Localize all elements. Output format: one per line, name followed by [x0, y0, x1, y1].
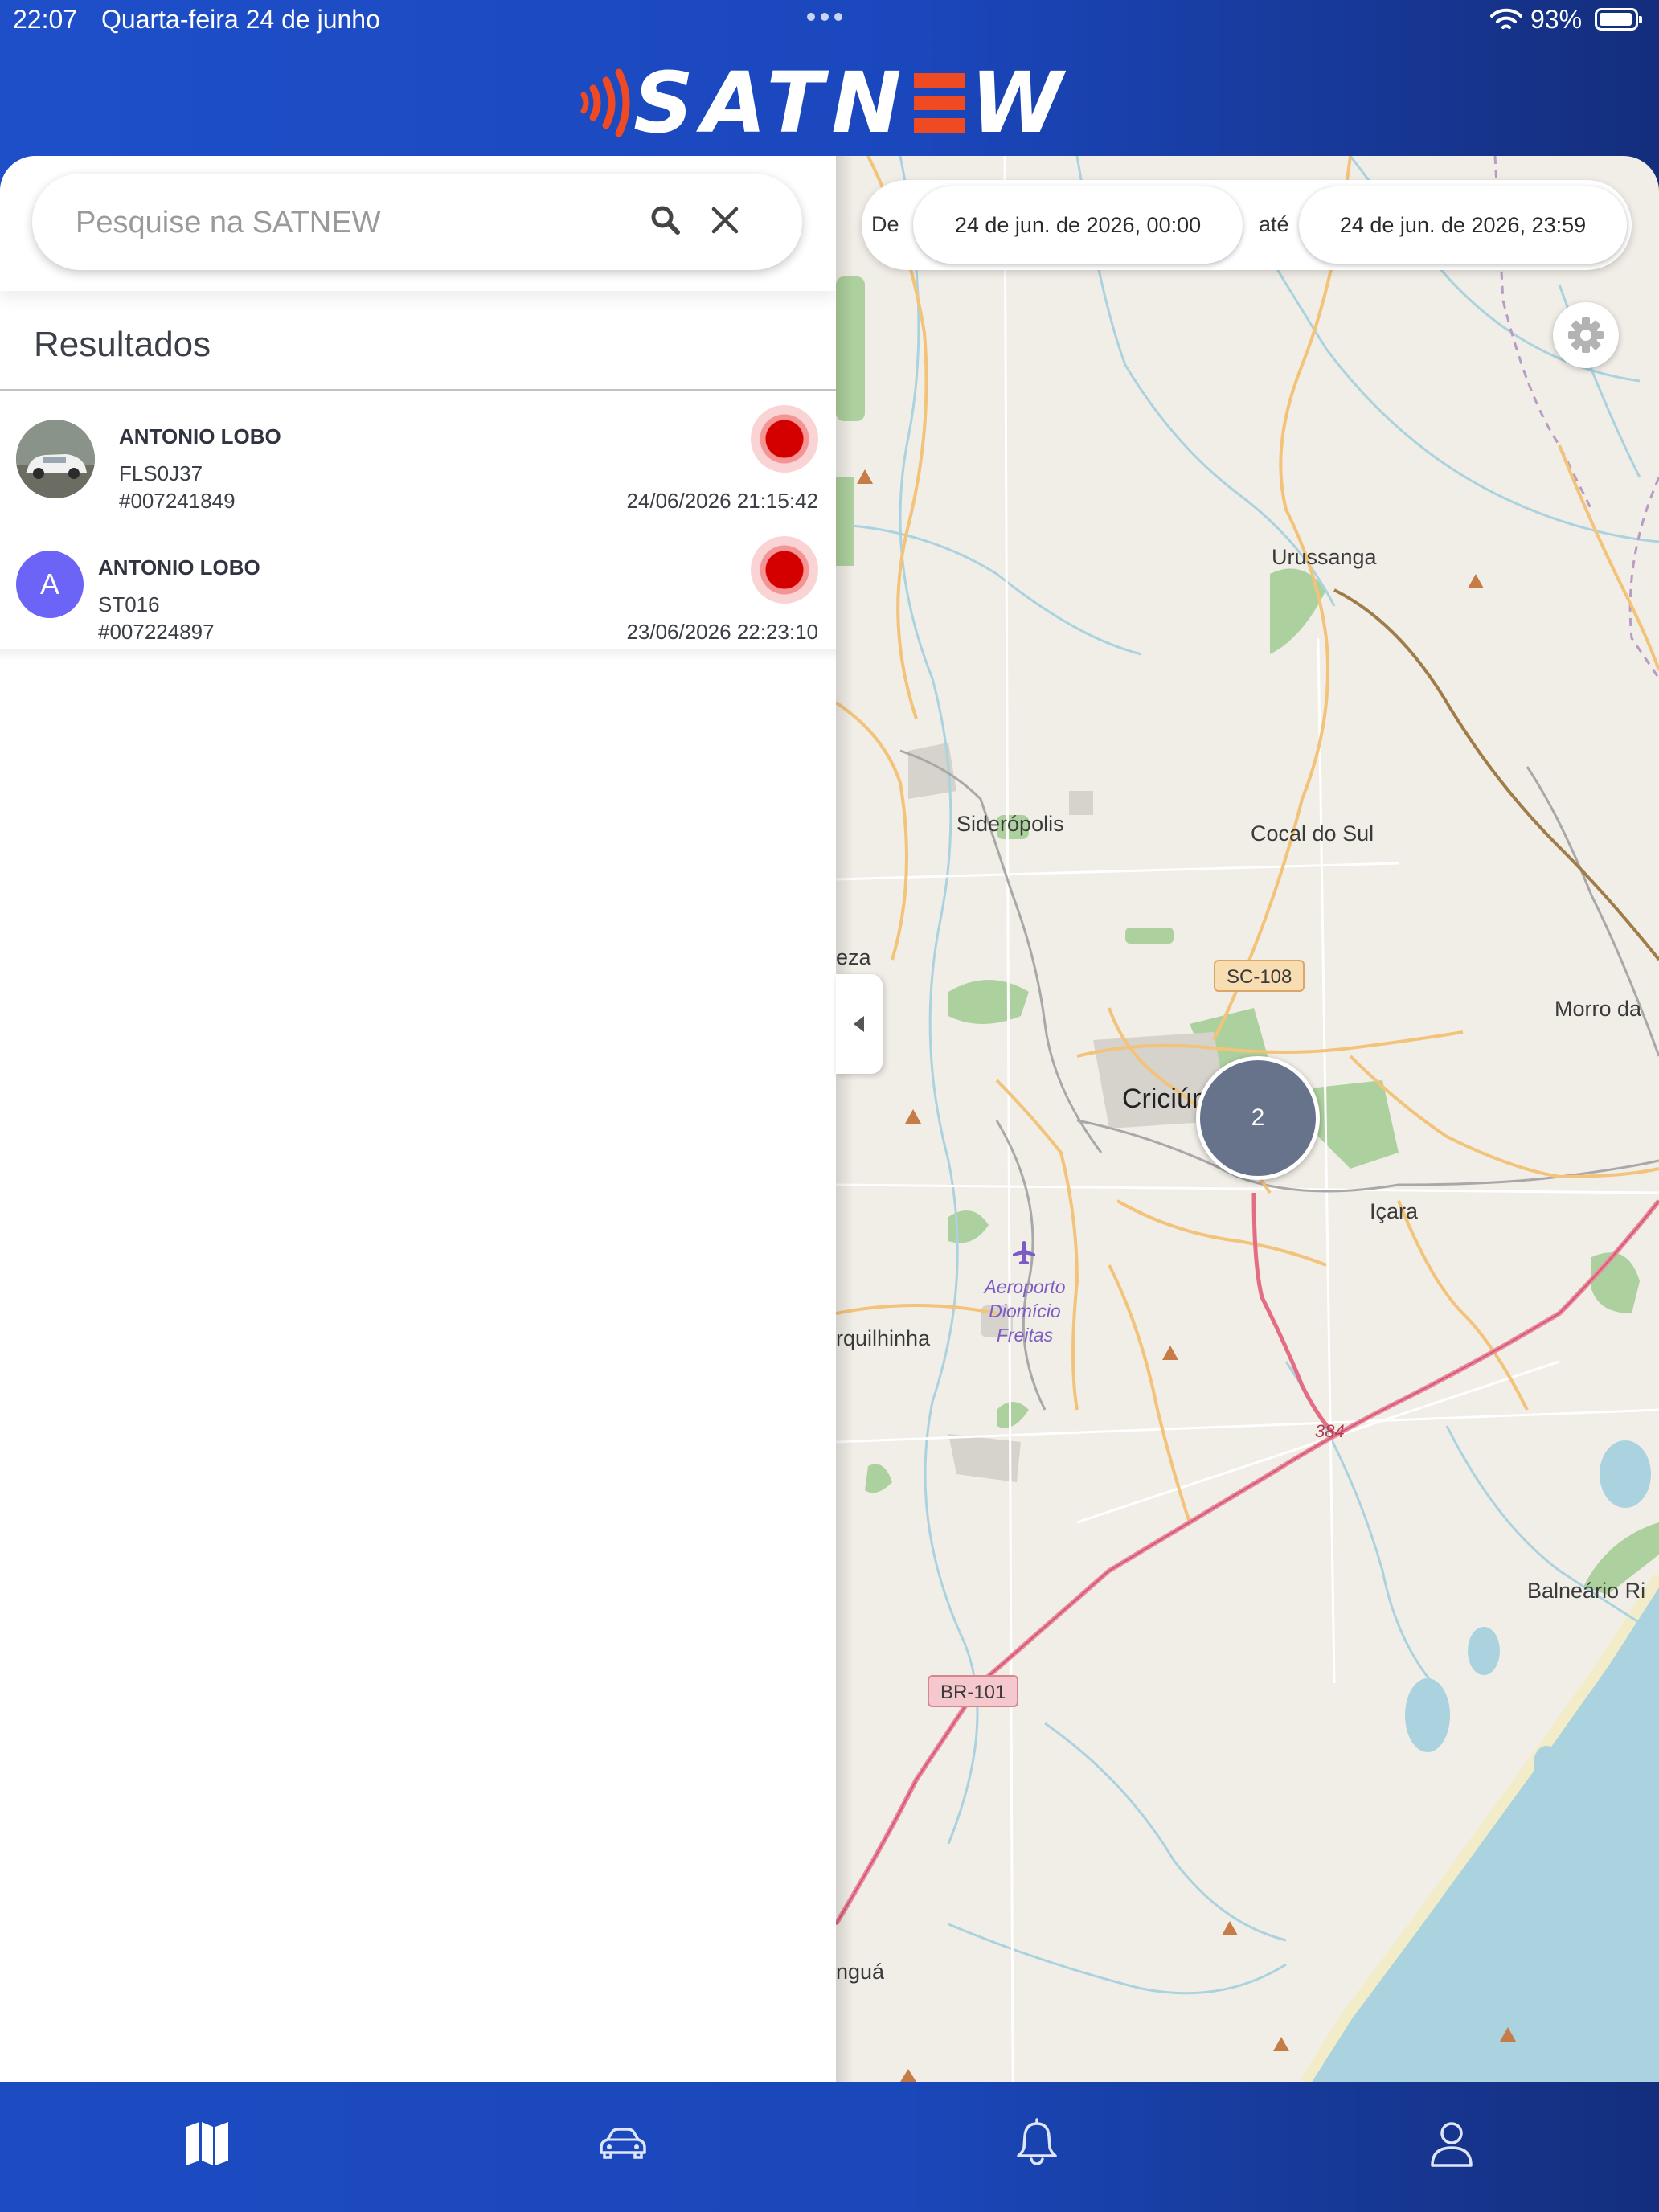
map-label-morro-da-fumaca: Morro da	[1555, 997, 1642, 1021]
nav-profile-tab[interactable]	[1244, 2082, 1659, 2212]
map-label-cocal-do-sul: Cocal do Sul	[1251, 821, 1374, 846]
date-from-picker[interactable]: 24 de jun. de 2026, 00:00	[913, 186, 1243, 264]
gear-icon	[1568, 317, 1604, 353]
status-bar: 22:07 Quarta-feira 24 de junho 93%	[0, 0, 1659, 42]
road-shield-br101: BR-101	[928, 1675, 1019, 1707]
result-driver-name: ANTONIO LOBO	[119, 424, 281, 449]
status-indicator	[751, 405, 818, 473]
map-label-icara: Içara	[1370, 1199, 1419, 1223]
signal-waves-icon	[580, 68, 630, 137]
vehicle-photo-avatar	[16, 420, 95, 498]
road-number-384: 384	[1315, 1421, 1345, 1441]
list-shadow	[0, 649, 836, 661]
bottom-navigation	[0, 2082, 1659, 2212]
battery-icon	[1595, 8, 1642, 31]
search-input[interactable]	[74, 196, 624, 249]
date-range-filter: De 24 de jun. de 2026, 00:00 até 24 de j…	[862, 180, 1632, 270]
logo-e-mark	[914, 73, 966, 133]
result-driver-name: ANTONIO LOBO	[98, 555, 260, 580]
close-icon[interactable]	[711, 206, 739, 235]
map-icon	[186, 2122, 228, 2165]
date-from-label: De	[871, 212, 899, 236]
map-label-airport: Aeroporto Diomício Freitas	[984, 1276, 1066, 1346]
car-icon	[600, 2128, 646, 2159]
satnew-logo: SATN W	[580, 61, 1071, 145]
results-list: ANTONIO LOBO FLS0J37 #007241849 24/06/20…	[0, 392, 836, 654]
logo-text-right: W	[970, 54, 1071, 152]
results-divider	[0, 389, 836, 391]
search-box[interactable]	[32, 174, 802, 270]
letter-avatar: A	[16, 551, 84, 618]
result-timestamp: 24/06/2026 21:15:42	[626, 489, 818, 513]
user-icon	[1431, 2122, 1473, 2167]
result-id: #007241849	[119, 489, 236, 513]
search-icon[interactable]	[649, 204, 682, 236]
map-cluster-marker[interactable]: 2	[1196, 1056, 1320, 1180]
collapse-panel-button[interactable]	[836, 974, 883, 1074]
nav-notifications-tab[interactable]	[830, 2082, 1244, 2212]
status-time: 22:07	[13, 5, 78, 34]
result-timestamp: 23/06/2026 22:23:10	[626, 620, 818, 644]
map-settings-button[interactable]	[1553, 302, 1619, 368]
status-date: Quarta-feira 24 de junho	[101, 5, 380, 34]
panel-edge-shadow	[836, 156, 854, 2082]
nav-map-tab[interactable]	[0, 2082, 415, 2212]
logo-text-left: SATN	[633, 54, 910, 152]
date-to-label: até	[1259, 212, 1289, 236]
search-area	[0, 156, 836, 291]
map-label-balneario: Balneário Ri	[1527, 1579, 1646, 1603]
results-panel: Resultados ANTONIO LOBO FLS0J37 #0072418…	[0, 156, 836, 2082]
result-plate: ST016	[98, 592, 160, 616]
bell-icon	[1017, 2118, 1057, 2165]
result-id: #007224897	[98, 620, 215, 644]
road-shield-sc108: SC-108	[1214, 960, 1305, 992]
multitasking-dots-icon[interactable]	[807, 13, 842, 21]
battery-percentage: 93%	[1530, 5, 1583, 34]
map-label-urussanga: Urussanga	[1272, 545, 1377, 569]
status-indicator	[751, 536, 818, 604]
result-plate: FLS0J37	[119, 461, 203, 485]
result-item[interactable]: A ANTONIO LOBO ST016 #007224897 23/06/20…	[0, 523, 836, 654]
results-title: Resultados	[34, 325, 211, 364]
nav-vehicles-tab[interactable]	[415, 2082, 830, 2212]
wifi-icon	[1490, 8, 1522, 29]
result-item[interactable]: ANTONIO LOBO FLS0J37 #007241849 24/06/20…	[0, 392, 836, 523]
date-to-picker[interactable]: 24 de jun. de 2026, 23:59	[1299, 186, 1627, 264]
map-label-sideropolis: Siderópolis	[956, 812, 1064, 836]
